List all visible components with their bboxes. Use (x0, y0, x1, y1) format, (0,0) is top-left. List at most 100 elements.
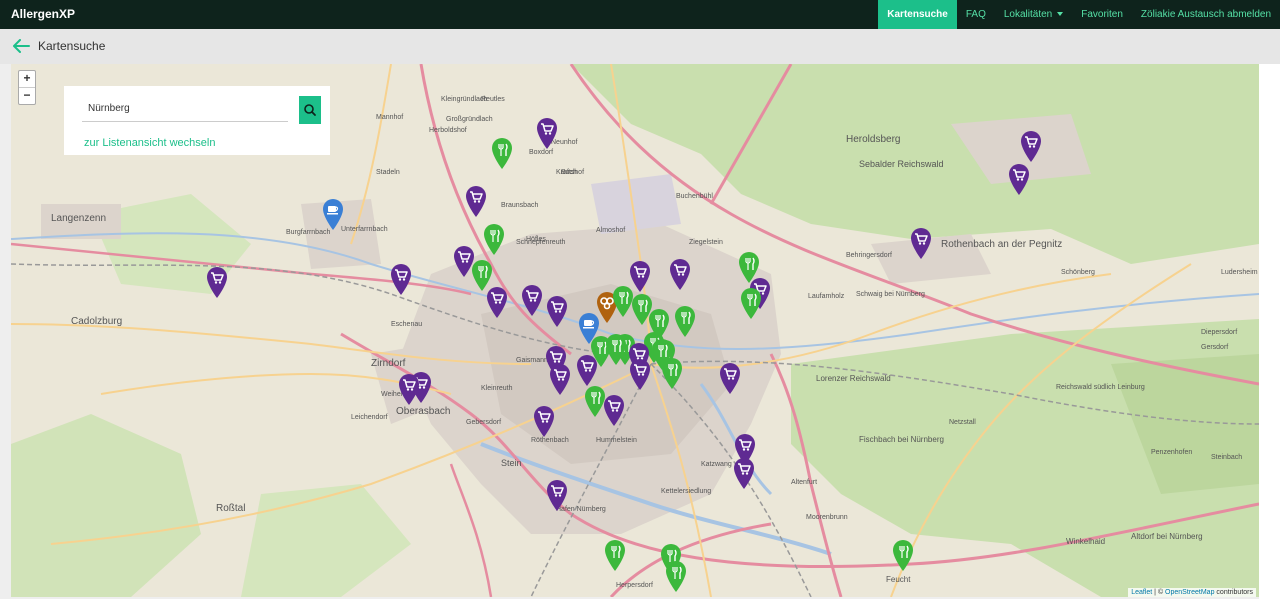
restaurant-pin-icon (675, 306, 695, 337)
map-marker-shop[interactable] (628, 357, 652, 391)
map-place-label: Netzstall (949, 419, 976, 426)
map-marker-restaurant[interactable] (650, 337, 674, 371)
map-place-label: Langenzenn (51, 213, 106, 224)
shop-pin-icon (630, 359, 650, 390)
map-place-label: Penzenhofen (1151, 449, 1192, 456)
map-place-label: Oberasbach (396, 406, 450, 417)
restaurant-pin-icon (652, 339, 672, 370)
shop-pin-icon (399, 374, 419, 405)
top-navbar: AllergenXP Kartensuche FAQ Lokalitäten F… (0, 0, 1280, 29)
map-place-label: Heroldsberg (846, 134, 900, 145)
map-marker-shop[interactable] (718, 361, 742, 395)
zoom-in-button[interactable]: + (19, 71, 35, 87)
map-place-label: Kraftshof (556, 169, 584, 176)
restaurant-pin-icon (492, 138, 512, 169)
map-marker-restaurant[interactable] (891, 538, 915, 572)
map-place-label: Schönberg (1061, 269, 1095, 276)
shop-pin-icon (207, 267, 227, 298)
nav-favoriten[interactable]: Favoriten (1072, 0, 1132, 29)
map-place-label: Lorenzer Reichswald (816, 374, 891, 383)
map-marker-shop[interactable] (397, 372, 421, 406)
caret-down-icon (1057, 12, 1064, 17)
shop-pin-icon (547, 480, 567, 511)
map-marker-shop[interactable] (485, 285, 509, 319)
nav-logout[interactable]: Zöliakie Austausch abmelden (1132, 0, 1280, 29)
cafe-pin-icon (323, 199, 343, 230)
leaflet-link[interactable]: Leaflet (1131, 589, 1152, 596)
map-place-label: Braunsbach (501, 202, 538, 209)
list-view-link[interactable]: zur Listenansicht wechseln (84, 137, 215, 149)
map-marker-shop[interactable] (548, 362, 572, 396)
map-place-label: Eschenau (391, 321, 422, 328)
shop-pin-icon (577, 355, 597, 386)
map-marker-shop[interactable] (452, 244, 476, 278)
map-marker-shop[interactable] (532, 404, 556, 438)
map-place-label: Behringersdorf (846, 252, 892, 259)
map-marker-cafe[interactable] (321, 197, 345, 231)
back-arrow-icon[interactable] (12, 39, 30, 58)
shop-pin-icon (720, 363, 740, 394)
map-marker-restaurant[interactable] (739, 286, 763, 320)
shop-pin-icon (1021, 131, 1041, 162)
map-view[interactable]: Langenzenn Cadolzburg Zirndorf Oberasbach St… (11, 64, 1259, 597)
map-place-label: Altenfurt (791, 479, 817, 486)
location-search-input[interactable] (82, 95, 288, 122)
map-marker-shop[interactable] (1007, 162, 1031, 196)
search-button[interactable] (299, 96, 321, 124)
map-marker-restaurant[interactable] (583, 384, 607, 418)
page-gutter (1259, 64, 1280, 599)
map-place-label: Cadolzburg (71, 316, 122, 327)
map-marker-restaurant[interactable] (490, 136, 514, 170)
map-place-label: Herboldshof (429, 127, 467, 134)
map-marker-restaurant[interactable] (482, 222, 506, 256)
restaurant-pin-icon (605, 540, 625, 571)
map-marker-shop[interactable] (464, 184, 488, 218)
shop-pin-icon (537, 118, 557, 149)
shop-pin-icon (534, 406, 554, 437)
map-marker-restaurant[interactable] (603, 538, 627, 572)
map-place-label: Altdorf bei Nürnberg (1131, 532, 1203, 541)
map-marker-shop[interactable] (389, 262, 413, 296)
map-place-label: Zirndorf (371, 358, 406, 369)
search-panel: zur Listenansicht wechseln (64, 86, 330, 155)
map-marker-shop[interactable] (909, 226, 933, 260)
map-marker-restaurant[interactable] (673, 304, 697, 338)
page-header: Kartensuche (0, 29, 1280, 64)
map-marker-shop[interactable] (205, 265, 229, 299)
map-place-label: Katzwang (701, 461, 732, 468)
map-marker-shop[interactable] (668, 257, 692, 291)
shop-pin-icon (487, 287, 507, 318)
shop-pin-icon (454, 246, 474, 277)
app-brand[interactable]: AllergenXP (11, 0, 75, 29)
restaurant-pin-icon (739, 252, 759, 283)
nav-faq[interactable]: FAQ (957, 0, 995, 29)
map-marker-shop[interactable] (520, 283, 544, 317)
shop-pin-icon (670, 259, 690, 290)
map-marker-shop[interactable] (545, 478, 569, 512)
map-marker-shop[interactable] (535, 116, 559, 150)
map-place-label: Schwaig bei Nürnberg (856, 291, 925, 298)
restaurant-pin-icon (585, 386, 605, 417)
map-marker-restaurant[interactable] (604, 332, 628, 366)
page-title: Kartensuche (38, 39, 106, 53)
map-place-label: Kleinreuth (481, 385, 513, 392)
map-marker-restaurant[interactable] (737, 250, 761, 284)
map-place-label: Winkelhaid (1066, 537, 1105, 546)
zoom-out-button[interactable]: − (19, 87, 35, 104)
nav-lokalitaeten-label: Lokalitäten (1003, 9, 1053, 20)
map-marker-shop[interactable] (733, 432, 757, 466)
nav-kartensuche[interactable]: Kartensuche (878, 0, 957, 29)
restaurant-pin-icon (741, 288, 761, 319)
search-icon (304, 104, 316, 116)
nav-lokalitaeten-dropdown[interactable]: Lokalitäten (995, 0, 1072, 29)
map-marker-shop[interactable] (575, 353, 599, 387)
map-marker-shop[interactable] (545, 294, 569, 328)
restaurant-pin-icon (484, 224, 504, 255)
map-place-label: Diepersdorf (1201, 329, 1237, 336)
osm-link[interactable]: OpenStreetMap (1165, 589, 1214, 596)
map-place-label: Stadeln (376, 169, 400, 176)
shop-pin-icon (550, 364, 570, 395)
map-marker-restaurant[interactable] (664, 559, 688, 593)
map-marker-shop[interactable] (1019, 129, 1043, 163)
map-place-label: Moorenbrunn (806, 514, 848, 521)
